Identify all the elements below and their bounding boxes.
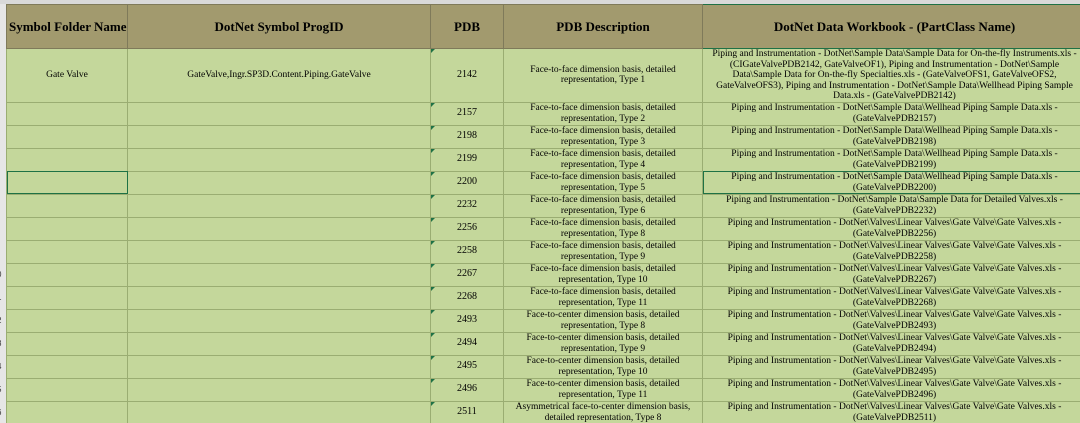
cell-pdb[interactable]: 2495 [430,354,504,379]
cell-pdb-description[interactable]: Face-to-center dimension basis, detailed… [503,377,703,402]
cell-pdb-description[interactable]: Face-to-face dimension basis, detailed r… [503,124,703,149]
cell-dotnet-data-workbook[interactable]: Piping and Instrumentation - DotNet\Samp… [702,101,1080,126]
cell-pdb-description[interactable]: Face-to-face dimension basis, detailed r… [503,285,703,310]
cell-pdb-description[interactable]: Face-to-face dimension basis, detailed r… [503,48,703,103]
cell-pdb-description[interactable]: Face-to-center dimension basis, detailed… [503,331,703,356]
cell-dotnet-data-workbook[interactable]: Piping and Instrumentation - DotNet\Samp… [702,170,1080,195]
cell-pdb-description[interactable]: Face-to-center dimension basis, detailed… [503,308,703,333]
cell-pdb-description[interactable]: Asymmetrical face-to-center dimension ba… [503,400,703,423]
cell-dotnet-data-workbook[interactable]: Piping and Instrumentation - DotNet\Valv… [702,400,1080,423]
cell-pdb[interactable]: 2267 [430,262,504,287]
table-row: 2268 Face-to-face dimension basis, detail… [6,285,1080,310]
cell-dotnet-symbol-progid[interactable] [127,147,431,172]
header-pdb[interactable]: PDB [430,4,504,49]
table-row: 2267 Face-to-face dimension basis, detail… [6,262,1080,287]
cell-pdb[interactable]: 2496 [430,377,504,402]
table-row: 2199 Face-to-face dimension basis, detail… [6,147,1080,172]
cell-pdb-description[interactable]: Face-to-face dimension basis, detailed r… [503,216,703,241]
data-table: Symbol Folder Name DotNet Symbol ProgID … [6,4,1080,423]
cell-pdb[interactable]: 2232 [430,193,504,218]
cell-symbol-folder-name[interactable] [6,216,128,241]
cell-pdb[interactable]: 2200 [430,170,504,195]
cell-pdb[interactable]: 2142 [430,48,504,103]
cell-dotnet-data-workbook[interactable]: Piping and Instrumentation - DotNet\Valv… [702,377,1080,402]
table-row: 2157 Face-to-face dimension basis, detail… [6,101,1080,126]
cell-pdb-description[interactable]: Face-to-face dimension basis, detailed r… [503,193,703,218]
header-dotnet-symbol-progid[interactable]: DotNet Symbol ProgID [127,4,431,49]
table-row: 2200 Face-to-face dimension basis, detail… [6,170,1080,195]
cell-pdb[interactable]: 2256 [430,216,504,241]
table-row: 2496 Face-to-center dimension basis, deta… [6,377,1080,402]
cell-pdb[interactable]: 2511 [430,400,504,423]
cell-dotnet-symbol-progid[interactable] [127,262,431,287]
cell-dotnet-symbol-progid[interactable]: GateValve,Ingr.SP3D.Content.Piping.GateV… [127,48,431,103]
cell-dotnet-data-workbook[interactable]: Piping and Instrumentation - DotNet\Valv… [702,331,1080,356]
table-row: 2511 Asymmetrical face-to-center dimensio… [6,400,1080,423]
cell-dotnet-symbol-progid[interactable] [127,193,431,218]
cell-dotnet-data-workbook[interactable]: Piping and Instrumentation - DotNet\Valv… [702,216,1080,241]
cell-dotnet-symbol-progid[interactable] [127,354,431,379]
cell-dotnet-symbol-progid[interactable] [127,285,431,310]
cell-symbol-folder-name[interactable]: Gate Valve [6,48,128,103]
cell-dotnet-symbol-progid[interactable] [127,400,431,423]
cell-dotnet-symbol-progid[interactable] [127,170,431,195]
cell-symbol-folder-name[interactable] [6,285,128,310]
cell-symbol-folder-name[interactable] [6,377,128,402]
cell-dotnet-data-workbook[interactable]: Piping and Instrumentation - DotNet\Valv… [702,262,1080,287]
header-symbol-folder-name[interactable]: Symbol Folder Name [6,4,128,49]
cell-symbol-folder-name[interactable] [6,262,128,287]
cell-dotnet-data-workbook[interactable]: Piping and Instrumentation - DotNet\Samp… [702,147,1080,172]
cell-pdb-description[interactable]: Face-to-center dimension basis, detailed… [503,354,703,379]
cell-dotnet-data-workbook[interactable]: Piping and Instrumentation - DotNet\Valv… [702,308,1080,333]
cell-dotnet-data-workbook[interactable]: Piping and Instrumentation - DotNet\Valv… [702,239,1080,264]
cell-dotnet-symbol-progid[interactable] [127,239,431,264]
cell-pdb[interactable]: 2258 [430,239,504,264]
table-row: 2232 Face-to-face dimension basis, detail… [6,193,1080,218]
cell-symbol-folder-name[interactable] [6,239,128,264]
table-row: 2495 Face-to-center dimension basis, deta… [6,354,1080,379]
table-row: Gate Valve GateValve,Ingr.SP3D.Content.Pi… [6,48,1080,103]
cell-symbol-folder-name[interactable] [6,170,128,195]
cell-symbol-folder-name[interactable] [6,331,128,356]
cell-dotnet-data-workbook[interactable]: Piping and Instrumentation - DotNet\Samp… [702,48,1080,103]
cell-symbol-folder-name[interactable] [6,147,128,172]
cell-dotnet-symbol-progid[interactable] [127,308,431,333]
cell-pdb[interactable]: 2493 [430,308,504,333]
cell-dotnet-symbol-progid[interactable] [127,331,431,356]
spreadsheet: 0 1 2 3 4 5 6 Symbol Folder Name DotNet … [0,0,1080,423]
cell-symbol-folder-name[interactable] [6,124,128,149]
table-row: 2198 Face-to-face dimension basis, detail… [6,124,1080,149]
cell-dotnet-data-workbook[interactable]: Piping and Instrumentation - DotNet\Valv… [702,285,1080,310]
cell-pdb-description[interactable]: Face-to-face dimension basis, detailed r… [503,101,703,126]
cell-dotnet-data-workbook[interactable]: Piping and Instrumentation - DotNet\Valv… [702,354,1080,379]
header-row: Symbol Folder Name DotNet Symbol ProgID … [6,4,1080,49]
cell-symbol-folder-name[interactable] [6,400,128,423]
cell-pdb[interactable]: 2198 [430,124,504,149]
cell-dotnet-symbol-progid[interactable] [127,101,431,126]
table-row: 2258 Face-to-face dimension basis, detail… [6,239,1080,264]
table-body: Gate Valve GateValve,Ingr.SP3D.Content.Pi… [6,48,1080,423]
cell-symbol-folder-name[interactable] [6,193,128,218]
cell-dotnet-data-workbook[interactable]: Piping and Instrumentation - DotNet\Samp… [702,124,1080,149]
cell-pdb[interactable]: 2268 [430,285,504,310]
cell-pdb-description[interactable]: Face-to-face dimension basis, detailed r… [503,262,703,287]
cell-pdb[interactable]: 2199 [430,147,504,172]
cell-symbol-folder-name[interactable] [6,308,128,333]
cell-pdb[interactable]: 2157 [430,101,504,126]
cell-symbol-folder-name[interactable] [6,354,128,379]
cell-pdb-description[interactable]: Face-to-face dimension basis, detailed r… [503,239,703,264]
cell-pdb-description[interactable]: Face-to-face dimension basis, detailed r… [503,170,703,195]
cell-dotnet-symbol-progid[interactable] [127,377,431,402]
cell-dotnet-symbol-progid[interactable] [127,124,431,149]
cell-dotnet-symbol-progid[interactable] [127,216,431,241]
cell-symbol-folder-name[interactable] [6,101,128,126]
table-row: 2494 Face-to-center dimension basis, deta… [6,331,1080,356]
table-row: 2493 Face-to-center dimension basis, deta… [6,308,1080,333]
cell-dotnet-data-workbook[interactable]: Piping and Instrumentation - DotNet\Samp… [702,193,1080,218]
table-row: 2256 Face-to-face dimension basis, detail… [6,216,1080,241]
header-pdb-description[interactable]: PDB Description [503,4,703,49]
cell-pdb[interactable]: 2494 [430,331,504,356]
cell-pdb-description[interactable]: Face-to-face dimension basis, detailed r… [503,147,703,172]
header-dotnet-data-workbook[interactable]: DotNet Data Workbook - (PartClass Name) [702,4,1080,49]
